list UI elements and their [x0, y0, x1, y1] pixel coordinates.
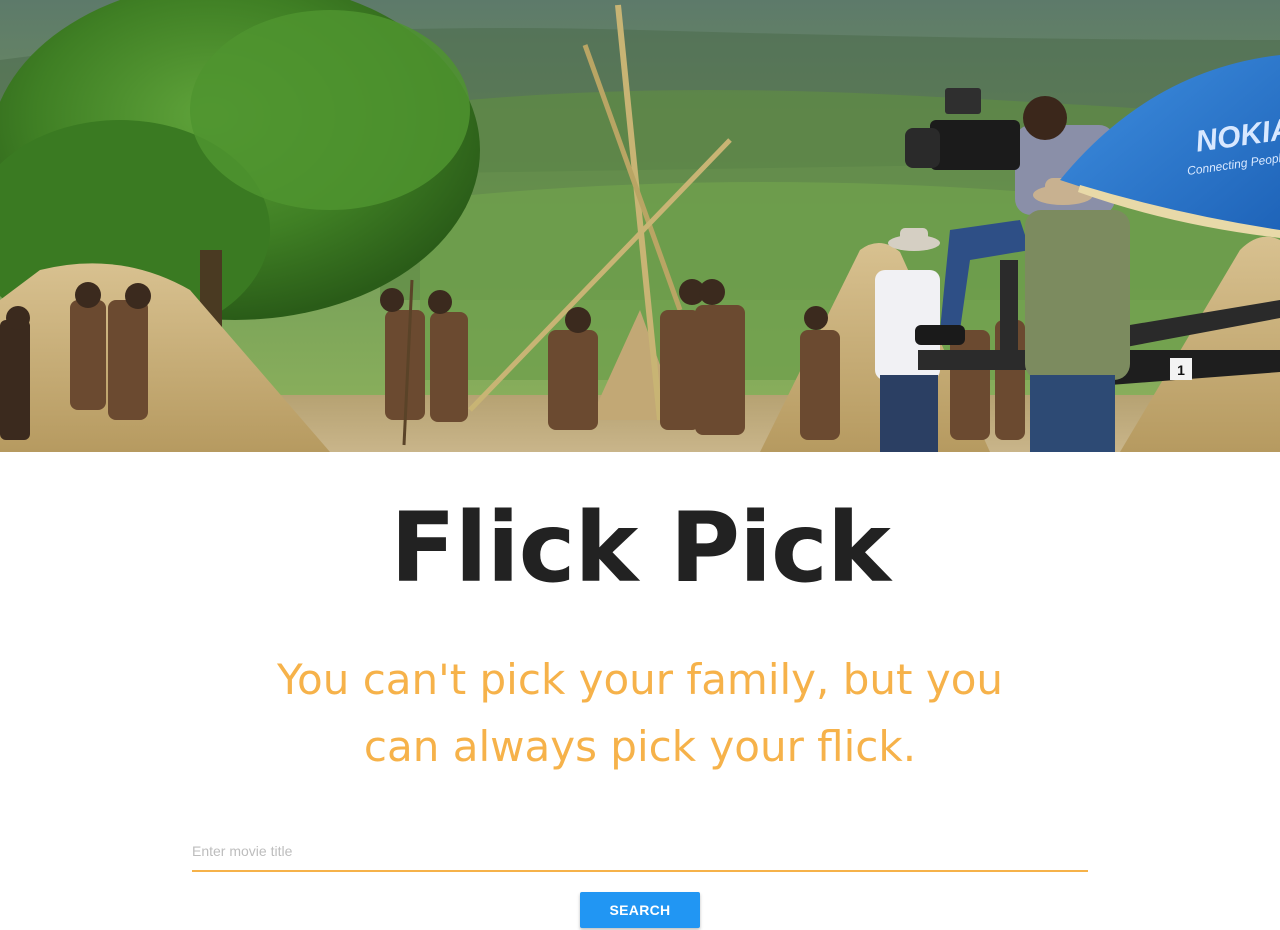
page-title: Flick Pick [390, 492, 891, 604]
movie-title-input[interactable] [192, 830, 1088, 872]
hero-image: 1 NOKIA Connecting People [0, 0, 1280, 452]
search-field-container [192, 830, 1088, 874]
crane-label: 1 [1177, 362, 1185, 378]
page: 1 NOKIA Connecting People Flick Pick You… [0, 0, 1280, 930]
tagline: You can't pick your family, but you can … [276, 655, 1004, 771]
search-button[interactable]: SEARCH [580, 892, 700, 928]
